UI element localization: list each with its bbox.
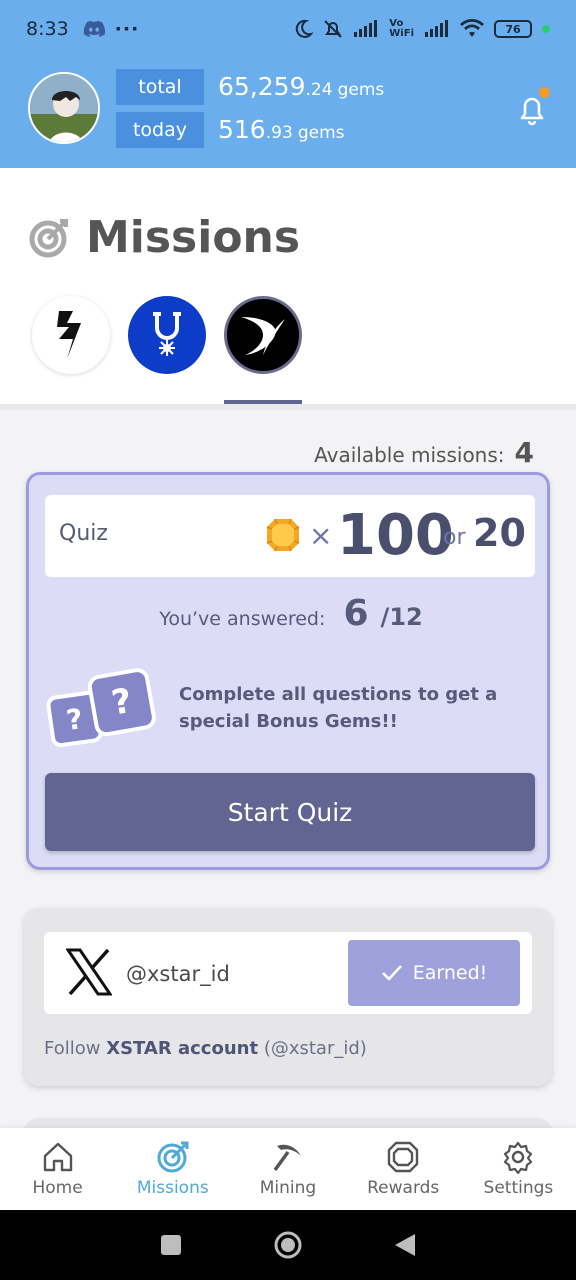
divider bbox=[0, 404, 576, 410]
x-handle: @xstar_id bbox=[126, 962, 230, 986]
total-int: 65,259 bbox=[218, 72, 306, 101]
answered-count: 6 bbox=[343, 593, 369, 634]
total-unit: gems bbox=[337, 80, 385, 100]
nav-missions[interactable]: Missions bbox=[115, 1128, 230, 1210]
nav-settings[interactable]: Settings bbox=[461, 1128, 576, 1210]
bottom-nav: Home Missions Mining Rewards Settings bbox=[0, 1128, 576, 1210]
multiplier-sign: × bbox=[309, 519, 333, 552]
target-icon bbox=[29, 218, 68, 257]
vowifi-icon: Vo WiFi bbox=[389, 18, 414, 39]
gem-icon bbox=[388, 1141, 419, 1173]
available-count: 4 bbox=[514, 436, 534, 469]
quiz-header: Quiz × 100 or 20 bbox=[45, 495, 535, 577]
more-dots-icon: ··· bbox=[114, 18, 140, 40]
missions-header: Missions bbox=[28, 212, 300, 263]
gem-icon bbox=[266, 518, 300, 552]
bonus-text: Complete all questions to get a special … bbox=[179, 684, 498, 732]
nav-home[interactable]: Home bbox=[0, 1128, 115, 1210]
bell-off-icon bbox=[324, 20, 342, 38]
gear-icon bbox=[504, 1141, 533, 1174]
nav-rewards[interactable]: Rewards bbox=[346, 1128, 461, 1210]
discord-icon bbox=[83, 20, 105, 37]
tab-partner-1[interactable] bbox=[32, 296, 110, 374]
follow-description: Follow XSTAR account (@xstar_id) bbox=[44, 1038, 367, 1059]
question-cards-icon: ? ? bbox=[46, 668, 156, 748]
x-follow-card: @xstar_id Earned! Follow XSTAR account (… bbox=[24, 908, 552, 1086]
status-bar: 8:33 ··· Vo WiFi 76 bbox=[26, 14, 550, 44]
total-label: total bbox=[116, 69, 204, 105]
home-circle-icon[interactable] bbox=[273, 1230, 303, 1260]
quiz-label: Quiz bbox=[59, 521, 108, 546]
quiz-alt-reward: 20 bbox=[473, 511, 526, 555]
tab-xstar[interactable] bbox=[224, 296, 302, 374]
recent-apps-icon[interactable] bbox=[159, 1233, 183, 1257]
back-icon[interactable] bbox=[393, 1232, 417, 1258]
moon-icon bbox=[296, 19, 314, 38]
target-icon bbox=[157, 1141, 189, 1173]
avatar[interactable] bbox=[28, 72, 100, 144]
page-title: Missions bbox=[86, 212, 301, 263]
today-int: 516 bbox=[218, 115, 266, 144]
today-gems: 516.93 gems bbox=[218, 115, 345, 144]
quiz-card: Quiz × 100 or 20 You’ve answered: 6 /12 … bbox=[26, 472, 550, 870]
battery-icon: 76 bbox=[494, 20, 532, 38]
nav-missions-label: Missions bbox=[136, 1178, 209, 1198]
check-icon bbox=[381, 965, 402, 981]
follow-suffix: (@xstar_id) bbox=[263, 1038, 367, 1059]
available-missions: Available missions: 4 bbox=[314, 436, 534, 469]
total-dec: .24 bbox=[305, 80, 333, 100]
nav-mining[interactable]: Mining bbox=[230, 1128, 345, 1210]
status-time: 8:33 bbox=[26, 18, 69, 40]
earned-button[interactable]: Earned! bbox=[348, 940, 520, 1006]
notification-dot bbox=[539, 87, 550, 98]
earned-label: Earned! bbox=[412, 962, 488, 984]
answered-progress: You’ve answered: 6 /12 bbox=[29, 593, 553, 634]
nav-rewards-label: Rewards bbox=[367, 1178, 440, 1198]
partner-logo-1-icon bbox=[57, 311, 81, 359]
signal-icon bbox=[354, 20, 378, 37]
x-logo-icon bbox=[66, 948, 112, 996]
pickaxe-icon bbox=[273, 1144, 301, 1172]
privacy-dot-icon bbox=[542, 25, 550, 33]
today-dec: .93 bbox=[265, 123, 293, 143]
partner-logo-2-icon bbox=[153, 312, 181, 356]
follow-prefix: Follow bbox=[44, 1038, 101, 1059]
nav-settings-label: Settings bbox=[483, 1178, 554, 1198]
app-header: 8:33 ··· VoWiFi 76 total 65,259.24 gems bbox=[0, 0, 576, 168]
quiz-reward: 100 bbox=[337, 503, 454, 568]
tab-partner-2[interactable] bbox=[128, 296, 206, 374]
home-icon bbox=[43, 1142, 72, 1172]
nav-home-label: Home bbox=[32, 1178, 83, 1198]
start-quiz-button[interactable]: Start Quiz bbox=[45, 773, 535, 851]
signal-2-icon bbox=[425, 20, 448, 37]
today-label: today bbox=[116, 112, 204, 148]
nav-mining-label: Mining bbox=[259, 1178, 317, 1198]
xstar-logo-icon bbox=[241, 317, 285, 355]
answered-label: You’ve answered: bbox=[159, 608, 326, 630]
follow-account: XSTAR account bbox=[106, 1038, 259, 1059]
total-gems: 65,259.24 gems bbox=[218, 72, 384, 101]
partner-tabs bbox=[32, 296, 302, 374]
available-label: Available missions: bbox=[314, 443, 505, 467]
system-nav-bar bbox=[0, 1210, 576, 1280]
wifi-icon bbox=[460, 19, 484, 37]
or-label: or bbox=[443, 525, 466, 550]
x-follow-row: @xstar_id Earned! bbox=[44, 932, 532, 1014]
today-unit: gems bbox=[297, 123, 345, 143]
answered-total: /12 bbox=[380, 603, 423, 631]
